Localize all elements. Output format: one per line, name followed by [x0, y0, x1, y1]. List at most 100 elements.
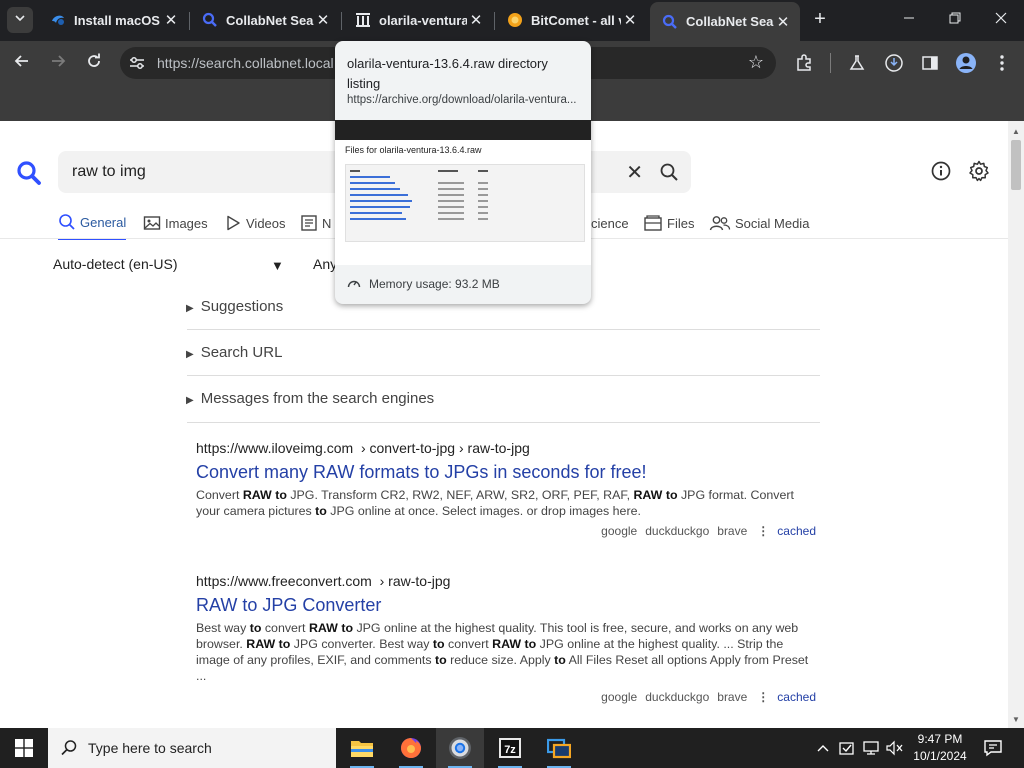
tab-images[interactable]: Images — [143, 206, 208, 240]
divider — [187, 329, 820, 330]
engine-brave: brave — [717, 524, 748, 538]
scrollbar[interactable]: ▲ ▼ — [1008, 121, 1024, 728]
labs-button[interactable] — [846, 52, 868, 74]
tab-science[interactable]: cience — [591, 206, 629, 240]
chrome-icon — [449, 737, 471, 759]
taskbar-search-box[interactable]: Type here to search — [48, 728, 336, 768]
close-icon[interactable]: ✕ — [774, 13, 792, 31]
restore-button[interactable] — [932, 0, 978, 40]
search-icon[interactable] — [659, 162, 679, 182]
7zip-icon: 7z — [499, 738, 521, 758]
search-url-expander[interactable]: ▶ Search URL — [186, 344, 282, 361]
tab-label: Videos — [246, 215, 286, 231]
tab-install-macos[interactable]: Install macOS M ✕ — [38, 2, 188, 38]
tab-news[interactable]: N — [300, 206, 331, 240]
windows-taskbar: Type here to search 7z 9:47 PM 10/1/2024 — [0, 728, 1024, 768]
notification-icon[interactable] — [983, 738, 1003, 758]
close-icon[interactable]: ✕ — [621, 11, 639, 29]
tab-social-media[interactable]: Social Media — [709, 206, 809, 240]
gear-icon[interactable] — [968, 160, 990, 182]
memory-usage: Memory usage: 93.2 MB — [347, 277, 500, 291]
scroll-up-icon[interactable]: ▲ — [1011, 127, 1021, 137]
menu-button[interactable] — [991, 52, 1013, 74]
clear-search-icon[interactable]: ✕ — [626, 160, 643, 185]
search-input[interactable]: raw to img — [72, 163, 146, 181]
chevron-up-icon[interactable] — [814, 739, 832, 757]
extensions-button[interactable] — [793, 52, 815, 74]
media-button[interactable] — [883, 52, 905, 74]
suggestions-expander[interactable]: ▶ Suggestions — [186, 298, 283, 315]
blue-logo-icon — [50, 12, 66, 28]
cached-link[interactable]: cached — [777, 690, 816, 704]
tab-title: CollabNet Sear — [686, 14, 774, 29]
tab-collabnet-active[interactable]: CollabNet Sear ✕ — [650, 2, 800, 41]
volume-muted-icon[interactable] — [886, 739, 904, 757]
taskbar-chrome[interactable] — [436, 728, 484, 768]
tab-general[interactable]: General — [58, 206, 127, 240]
result-title[interactable]: RAW to JPG Converter — [196, 595, 816, 616]
time-range-select[interactable]: Any — [313, 256, 337, 272]
more-vert-icon[interactable]: ⋮ — [757, 690, 769, 704]
searx-logo-icon[interactable] — [16, 160, 42, 186]
tab-files[interactable]: Files — [643, 206, 694, 240]
search-icon — [662, 14, 678, 30]
close-icon[interactable]: ✕ — [467, 11, 485, 29]
tab-videos[interactable]: Videos — [224, 206, 286, 240]
tab-search-button[interactable] — [7, 7, 33, 33]
url-text: https://search.collabnet.local — [157, 55, 334, 71]
caret-down-icon[interactable]: ▼ — [271, 258, 284, 273]
minimize-button[interactable] — [886, 0, 932, 40]
tab-label: cience — [591, 215, 629, 231]
scroll-thumb[interactable] — [1011, 140, 1021, 190]
avatar-icon — [956, 53, 976, 73]
people-icon — [709, 216, 731, 231]
news-icon — [301, 215, 317, 231]
taskbar-virtual-machine[interactable] — [535, 728, 583, 768]
result-url[interactable]: https://www.iloveimg.com › convert-to-jp… — [196, 440, 816, 456]
site-settings-icon[interactable] — [128, 54, 146, 72]
profile-button[interactable] — [955, 52, 977, 74]
taskbar-7zip[interactable]: 7z — [486, 728, 534, 768]
files-icon — [644, 215, 662, 231]
taskbar-file-explorer[interactable] — [338, 728, 386, 768]
search-icon — [59, 214, 75, 230]
cached-link[interactable]: cached — [777, 524, 816, 538]
search-result: https://www.freeconvert.com › raw-to-jpg… — [196, 573, 816, 713]
restore-icon — [949, 12, 961, 24]
result-url[interactable]: https://www.freeconvert.com › raw-to-jpg — [196, 573, 816, 589]
security-tray-icon[interactable] — [838, 739, 856, 757]
tab-strip: Install macOS M ✕ CollabNet Sear ✕ olari… — [0, 0, 1024, 41]
language-select[interactable]: Auto-detect (en-US) — [53, 256, 178, 272]
close-window-button[interactable] — [978, 0, 1024, 40]
bitcomet-icon — [507, 12, 523, 28]
preview-heading: Files for olarila-ventura-13.6.4.raw — [345, 145, 482, 155]
more-vert-icon[interactable]: ⋮ — [757, 524, 769, 538]
search-icon — [202, 12, 218, 28]
engine-duckduckgo: duckduckgo — [645, 690, 710, 704]
system-clock[interactable]: 9:47 PM 10/1/2024 — [905, 731, 975, 765]
tab-olarila-ventura[interactable]: olarila-ventura ✕ — [343, 2, 493, 38]
taskbar-firefox[interactable] — [387, 728, 435, 768]
tab-label: General — [80, 214, 127, 230]
new-tab-button[interactable]: + — [808, 8, 832, 32]
start-button[interactable] — [0, 728, 48, 768]
forward-button[interactable] — [44, 49, 72, 77]
close-icon[interactable]: ✕ — [314, 11, 332, 29]
scroll-down-icon[interactable]: ▼ — [1011, 715, 1021, 725]
star-icon[interactable]: ☆ — [748, 52, 764, 73]
result-title[interactable]: Convert many RAW formats to JPGs in seco… — [196, 462, 816, 483]
close-icon[interactable]: ✕ — [162, 11, 180, 29]
info-icon[interactable] — [930, 160, 952, 182]
chevron-down-icon — [15, 15, 25, 22]
back-button[interactable] — [8, 49, 36, 77]
tab-collabnet-1[interactable]: CollabNet Sear ✕ — [190, 2, 340, 38]
engine-messages-expander[interactable]: ▶ Messages from the search engines — [186, 390, 434, 407]
expander-label: Search URL — [200, 344, 283, 361]
svg-text:7z: 7z — [504, 744, 516, 756]
result-breadcrumb: › raw-to-jpg — [379, 573, 451, 589]
file-explorer-icon — [351, 741, 373, 757]
side-panel-button[interactable] — [919, 52, 941, 74]
network-icon[interactable] — [862, 739, 880, 757]
reload-button[interactable] — [80, 49, 108, 77]
tab-bitcomet[interactable]: BitComet - all v ✕ — [495, 2, 647, 38]
